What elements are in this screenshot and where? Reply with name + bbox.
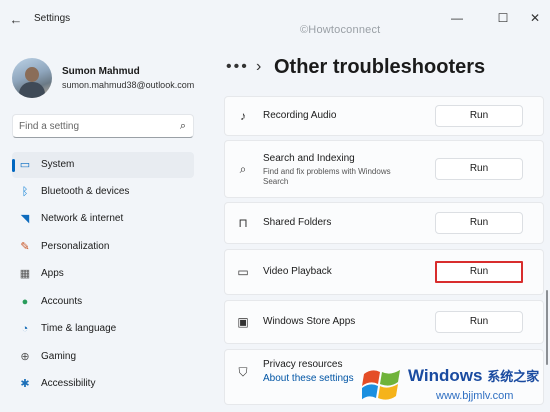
- sidebar-item-label: Gaming: [41, 351, 77, 362]
- card-title: Privacy resources: [263, 359, 343, 370]
- sidebar-item-network[interactable]: ◥ Network & internet: [12, 206, 194, 232]
- wifi-icon: ◥: [20, 213, 30, 225]
- sidebar-item-bluetooth[interactable]: ᛒ Bluetooth & devices: [12, 179, 194, 205]
- shared-folder-icon: ⊓: [238, 216, 248, 230]
- sidebar-item-label: Time & language: [41, 323, 117, 334]
- sidebar-item-system[interactable]: ▭ System: [12, 152, 194, 178]
- globe-clock-icon: ◔: [21, 323, 29, 335]
- run-windows-store-apps-button[interactable]: Run: [435, 311, 523, 333]
- sidebar-item-label: Personalization: [41, 241, 110, 252]
- troubleshooter-card-windows-store-apps: ▣ Windows Store Apps Run: [224, 300, 544, 344]
- card-title: Windows Store Apps: [263, 316, 356, 327]
- card-title: Video Playback: [263, 266, 332, 277]
- sidebar-item-label: Apps: [41, 268, 64, 279]
- search-icon: ⌕: [239, 162, 247, 176]
- sidebar-item-apps[interactable]: ▦ Apps: [12, 261, 194, 287]
- close-button[interactable]: ✕: [520, 8, 550, 28]
- system-icon: ▭: [19, 159, 31, 171]
- card-title: Shared Folders: [263, 217, 332, 228]
- brand-cn-text: 系统之家: [487, 369, 540, 384]
- maximize-button[interactable]: ☐: [488, 8, 518, 28]
- accessibility-icon: ✱: [20, 378, 30, 390]
- run-shared-folders-button[interactable]: Run: [435, 212, 523, 234]
- sidebar-item-label: Bluetooth & devices: [41, 186, 130, 197]
- gamepad-icon: ⊕: [20, 351, 30, 363]
- store-app-icon: ▣: [237, 315, 249, 329]
- sidebar-item-label: Accessibility: [41, 378, 96, 389]
- run-search-indexing-button[interactable]: Run: [435, 158, 523, 180]
- avatar[interactable]: [12, 58, 52, 98]
- title-bar: ← Settings ©Howtoconnect — ☐ ✕: [0, 0, 550, 38]
- troubleshooter-card-search-indexing: ⌕ Search and Indexing Find and fix probl…: [224, 140, 544, 198]
- person-icon: ●: [21, 296, 29, 308]
- apps-icon: ▦: [19, 268, 31, 280]
- sidebar-item-label: Network & internet: [41, 213, 124, 224]
- brand-watermark: Windows 系统之家 www.bjjmlv.com: [358, 358, 550, 412]
- active-indicator: [12, 159, 15, 172]
- scrollbar[interactable]: [546, 290, 548, 365]
- sidebar-item-gaming[interactable]: ⊕ Gaming: [12, 344, 194, 370]
- paintbrush-icon: ✎: [20, 241, 30, 253]
- sidebar-item-accounts[interactable]: ● Accounts: [12, 289, 194, 315]
- microphone-icon: ♪: [240, 109, 246, 123]
- card-title: Search and Indexing: [263, 153, 355, 164]
- run-video-playback-button[interactable]: Run: [435, 261, 523, 283]
- sidebar-item-accessibility[interactable]: ✱ Accessibility: [12, 371, 194, 397]
- sidebar-item-label: Accounts: [41, 296, 83, 307]
- user-name: Sumon Mahmud: [62, 66, 140, 77]
- breadcrumb-more-button[interactable]: •••: [226, 58, 249, 76]
- card-title: Recording Audio: [263, 110, 337, 121]
- windows-logo-icon: [362, 370, 400, 400]
- shield-icon: ⛉: [238, 365, 248, 379]
- sidebar-item-personalization[interactable]: ✎ Personalization: [12, 234, 194, 260]
- minimize-button[interactable]: —: [442, 8, 472, 28]
- about-settings-link[interactable]: About these settings: [263, 373, 354, 384]
- troubleshooter-card-video-playback: ▭ Video Playback Run: [224, 249, 544, 295]
- video-camera-icon: ▭: [237, 265, 249, 279]
- back-arrow-icon[interactable]: ←: [8, 12, 24, 28]
- sidebar-item-label: System: [41, 159, 75, 170]
- sidebar-item-time-language[interactable]: ◔ Time & language: [12, 316, 194, 342]
- brand-name: Windows 系统之家: [408, 366, 539, 386]
- search-icon[interactable]: ⌕: [180, 120, 186, 133]
- troubleshooter-card-shared-folders: ⊓ Shared Folders Run: [224, 202, 544, 244]
- page-title: Other troubleshooters: [274, 56, 486, 78]
- user-email: sumon.mahmud38@outlook.com: [62, 80, 195, 90]
- run-recording-audio-button[interactable]: Run: [435, 105, 523, 127]
- search-input[interactable]: Find a setting ⌕: [12, 114, 194, 138]
- brand-windows-text: Windows: [408, 366, 483, 385]
- watermark-text: ©Howtoconnect: [300, 24, 381, 36]
- troubleshooter-card-recording-audio: ♪ Recording Audio Run: [224, 96, 544, 136]
- brand-url: www.bjjmlv.com: [436, 390, 514, 402]
- bluetooth-icon: ᛒ: [21, 186, 29, 198]
- breadcrumb-chevron-icon: ›: [256, 58, 262, 75]
- app-title: Settings: [34, 13, 71, 24]
- card-description: Find and fix problems with Windows Searc…: [263, 167, 391, 186]
- search-placeholder: Find a setting: [19, 121, 80, 132]
